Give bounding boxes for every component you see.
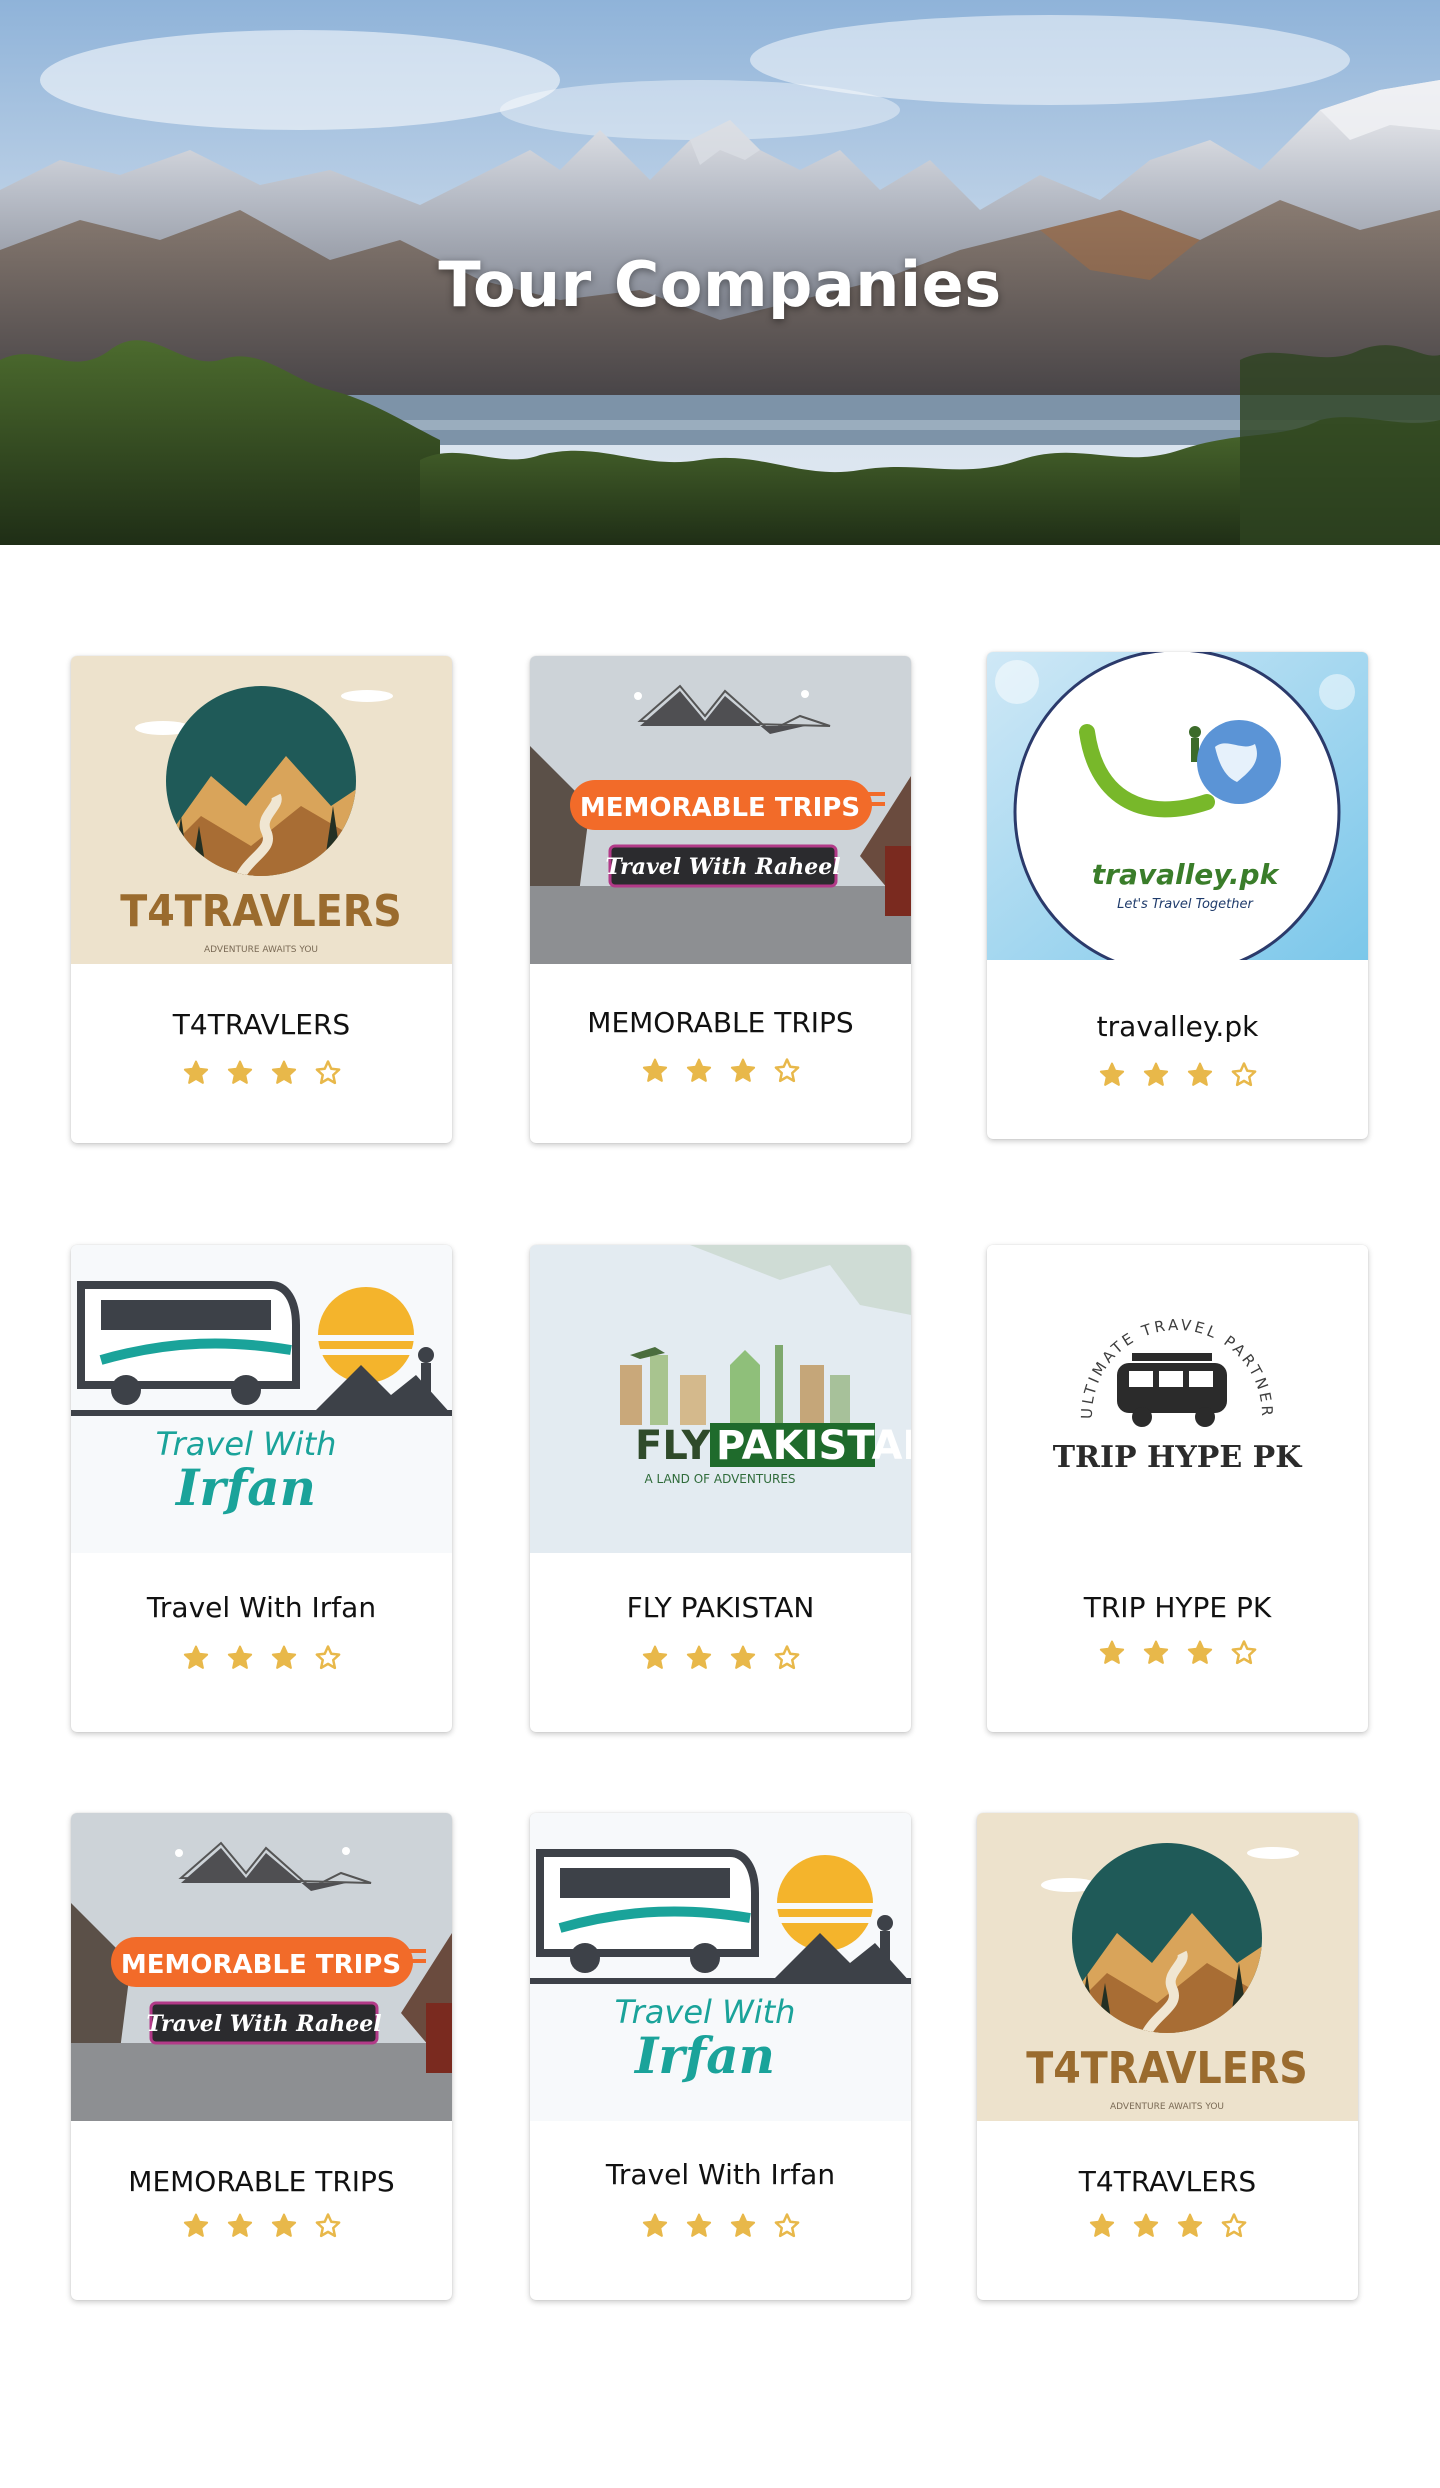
memorable-trips-logo[interactable]: MEMORABLE TRIPS Travel With Raheel [530,656,911,964]
page-title: Tour Companies [438,248,1002,321]
star-filled-icon [1087,2211,1117,2241]
svg-text:Irfan: Irfan [174,1458,316,1517]
t4travlers-logo[interactable]: T4TRAVLERS ADVENTURE AWAITS YOU [977,1813,1358,2121]
svg-text:PAKISTAN: PAKISTAN [716,1423,911,1469]
star-filled-icon [225,1058,255,1088]
company-name[interactable]: MEMORABLE TRIPS [71,2165,452,2198]
company-name[interactable]: Travel With Irfan [71,1591,452,1624]
company-name[interactable]: MEMORABLE TRIPS [530,1006,911,1039]
company-card[interactable]: MEMORABLE TRIPS Travel With Raheel MEMOR… [71,1813,452,2300]
star-filled-icon [1097,1060,1127,1090]
star-rating [71,2211,452,2241]
star-outline-icon [772,1056,802,1086]
star-rating [530,1056,911,1086]
star-filled-icon [181,2211,211,2241]
svg-text:FLY: FLY [635,1423,712,1469]
star-filled-icon [640,1056,670,1086]
star-filled-icon [728,1056,758,1086]
star-filled-icon [269,1643,299,1673]
star-outline-icon [772,1643,802,1673]
star-filled-icon [181,1058,211,1088]
star-filled-icon [684,2211,714,2241]
hero-banner: Tour Companies [0,0,1440,545]
svg-text:MEMORABLE TRIPS: MEMORABLE TRIPS [580,793,860,823]
travel-with-irfan-logo[interactable]: Travel With Irfan [530,1813,911,2121]
svg-text:Let's Travel Together: Let's Travel Together [1117,897,1254,912]
company-card[interactable]: Travel With Irfan Travel With Irfan [71,1245,452,1732]
svg-text:TRIP HYPE PK: TRIP HYPE PK [1053,1440,1302,1475]
star-filled-icon [1097,1638,1127,1668]
star-rating [71,1058,452,1088]
star-rating [977,2211,1358,2241]
star-outline-icon [1229,1638,1259,1668]
svg-text:travalley.pk: travalley.pk [1092,858,1281,891]
star-filled-icon [1185,1638,1215,1668]
star-filled-icon [269,1058,299,1088]
star-filled-icon [1141,1638,1171,1668]
travalley-logo[interactable]: travalley.pk Let's Travel Together [987,652,1368,960]
star-rating [987,1060,1368,1090]
star-filled-icon [269,2211,299,2241]
svg-text:T4TRAVLERS: T4TRAVLERS [1026,2043,1308,2094]
company-card[interactable]: T4TRAVLERS ADVENTURE AWAITS YOU T4TRAVLE… [977,1813,1358,2300]
star-outline-icon [1219,2211,1249,2241]
star-filled-icon [728,1643,758,1673]
star-filled-icon [728,2211,758,2241]
company-name[interactable]: Travel With Irfan [530,2158,911,2191]
star-outline-icon [313,1058,343,1088]
star-filled-icon [225,1643,255,1673]
star-outline-icon [1229,1060,1259,1090]
star-outline-icon [772,2211,802,2241]
company-name[interactable]: FLY PAKISTAN [530,1591,911,1624]
company-card[interactable]: T4TRAVLERS ADVENTURE AWAITS YOU T4TRAVLE… [71,656,452,1143]
company-name[interactable]: T4TRAVLERS [977,2165,1358,2198]
memorable-trips-logo[interactable]: MEMORABLE TRIPS Travel With Raheel [71,1813,452,2121]
svg-text:A LAND OF ADVENTURES: A LAND OF ADVENTURES [644,1472,795,1486]
star-filled-icon [181,1643,211,1673]
star-filled-icon [640,2211,670,2241]
star-filled-icon [1141,1060,1171,1090]
company-card[interactable]: FLY PAKISTAN A LAND OF ADVENTURES FLY PA… [530,1245,911,1732]
company-name[interactable]: T4TRAVLERS [71,1008,452,1041]
company-name[interactable]: travalley.pk [987,1010,1368,1043]
company-card[interactable]: MEMORABLE TRIPS Travel With Raheel MEMOR… [530,656,911,1143]
star-outline-icon [313,2211,343,2241]
svg-text:T4TRAVLERS: T4TRAVLERS [120,886,402,937]
star-filled-icon [1185,1060,1215,1090]
star-rating [71,1643,452,1673]
star-filled-icon [1175,2211,1205,2241]
svg-text:ADVENTURE AWAITS YOU: ADVENTURE AWAITS YOU [1110,2102,1224,2112]
svg-text:Travel With Raheel: Travel With Raheel [146,2011,381,2037]
svg-text:Irfan: Irfan [633,2026,775,2085]
company-card[interactable]: travalley.pk Let's Travel Together trava… [987,652,1368,1139]
star-outline-icon [313,1643,343,1673]
star-filled-icon [640,1643,670,1673]
fly-pakistan-logo[interactable]: FLY PAKISTAN A LAND OF ADVENTURES [530,1245,911,1553]
star-filled-icon [684,1643,714,1673]
star-rating [530,2211,911,2241]
star-rating [530,1643,911,1673]
svg-text:MEMORABLE TRIPS: MEMORABLE TRIPS [121,1950,401,1980]
travel-with-irfan-logo[interactable]: Travel With Irfan [71,1245,452,1553]
star-rating [987,1638,1368,1668]
company-card[interactable]: Travel With Irfan Travel With Irfan [530,1813,911,2300]
svg-text:Travel With Raheel: Travel With Raheel [605,854,840,880]
star-filled-icon [225,2211,255,2241]
company-name[interactable]: TRIP HYPE PK [987,1591,1368,1624]
star-filled-icon [1131,2211,1161,2241]
star-filled-icon [684,1056,714,1086]
svg-text:ADVENTURE AWAITS YOU: ADVENTURE AWAITS YOU [204,945,318,955]
trip-hype-logo[interactable]: ULTIMATE TRAVEL PARTNER TRIP HYPE PK [987,1245,1368,1553]
company-card[interactable]: ULTIMATE TRAVEL PARTNER TRIP HYPE PK TRI… [987,1245,1368,1732]
t4travlers-logo[interactable]: T4TRAVLERS ADVENTURE AWAITS YOU [71,656,452,964]
